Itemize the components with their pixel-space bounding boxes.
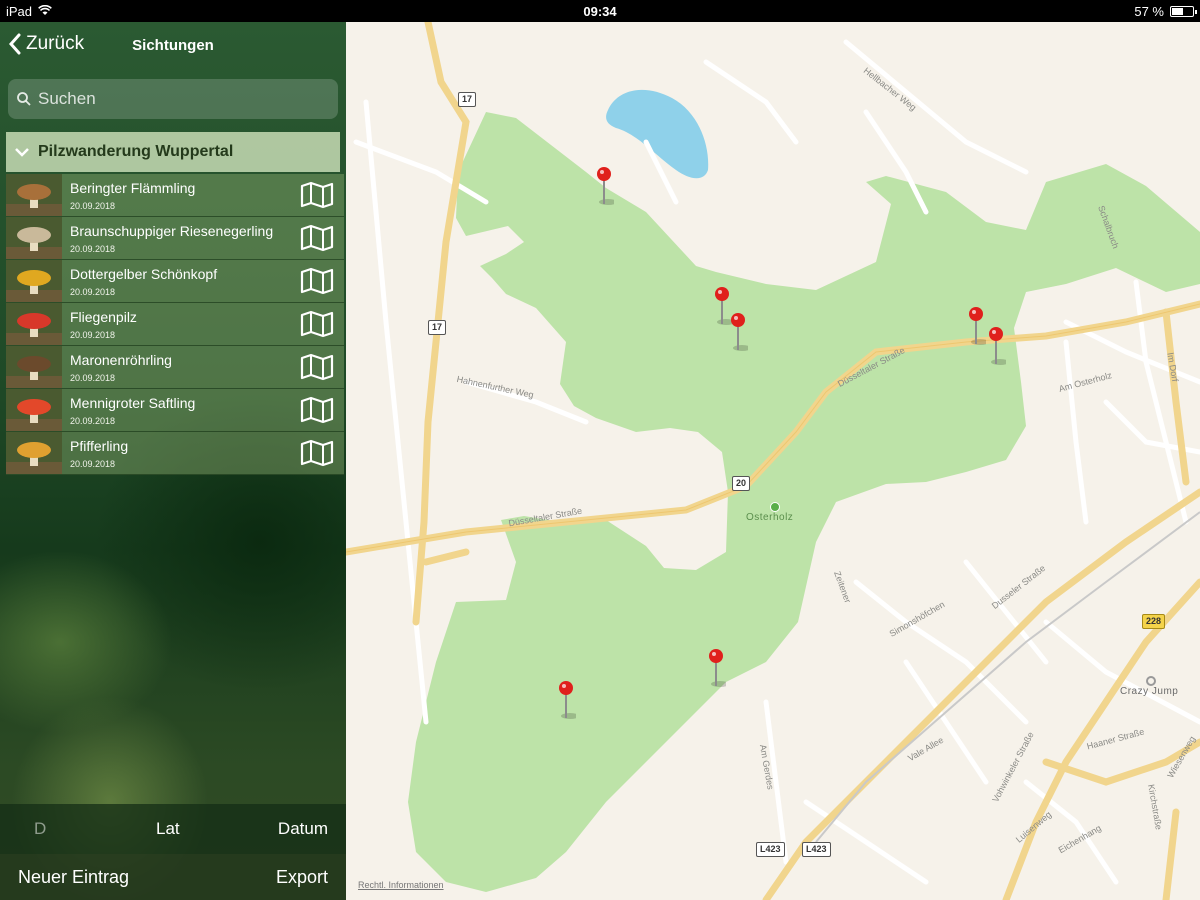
map-pin[interactable] [706, 648, 729, 688]
sort-lat-button[interactable]: Lat [156, 819, 180, 839]
mushroom-thumbnail [6, 174, 62, 216]
map-icon[interactable] [300, 224, 334, 252]
sighting-date: 20.09.2018 [70, 416, 116, 426]
route-badge: L423 [802, 842, 831, 857]
map-view[interactable]: Düsseltaler Straße Düsseltaler Straße Ha… [346, 22, 1200, 900]
route-badge: 20 [732, 476, 751, 491]
map-icon[interactable] [300, 267, 334, 295]
status-time: 09:34 [583, 4, 617, 19]
route-badge: 17 [458, 92, 477, 107]
sightings-list: Beringter Flämmling 20.09.2018 Braunschu… [6, 174, 344, 475]
list-item[interactable]: Fliegenpilz 20.09.2018 [6, 303, 344, 346]
search-placeholder: Suchen [38, 89, 96, 108]
sighting-name: Mennigroter Saftling [70, 395, 196, 411]
group-title: Pilzwanderung Wuppertal [38, 143, 234, 160]
sighting-name: Dottergelber Schönkopf [70, 266, 218, 282]
search-input[interactable]: Suchen [8, 79, 338, 119]
mushroom-thumbnail [6, 346, 62, 388]
status-bar: iPad 09:34 57 % [0, 0, 1200, 22]
sort-date-button[interactable]: Datum [278, 819, 328, 839]
sidebar: Zurück Sichtungen Suchen Pilzwanderung W… [0, 22, 346, 900]
sighting-date: 20.09.2018 [70, 287, 116, 297]
sighting-date: 20.09.2018 [70, 459, 116, 469]
battery-percent: 57 % [1134, 4, 1164, 19]
map-icon[interactable] [300, 396, 334, 424]
map-pin[interactable] [728, 312, 751, 352]
list-item[interactable]: Braunschuppiger Riesenegerling 20.09.201… [6, 217, 344, 260]
route-badge: 228 [1142, 614, 1166, 629]
leaf-icon [770, 502, 780, 512]
list-item[interactable]: Mennigroter Saftling 20.09.2018 [6, 389, 344, 432]
mushroom-thumbnail [6, 389, 62, 431]
map-icon[interactable] [300, 310, 334, 338]
map-icon[interactable] [300, 439, 334, 467]
poi-osterholz[interactable]: Osterholz [746, 502, 793, 523]
map-pin[interactable] [966, 306, 989, 346]
poi-label: Crazy Jump [1120, 686, 1179, 697]
map-pin[interactable] [594, 166, 617, 206]
chevron-down-icon [15, 148, 29, 157]
sighting-date: 20.09.2018 [70, 330, 116, 340]
map-pin[interactable] [556, 680, 579, 720]
mushroom-thumbnail [6, 432, 62, 474]
route-badge: L423 [756, 842, 785, 857]
mushroom-thumbnail [6, 217, 62, 259]
navigation-bar: Zurück Sichtungen [0, 22, 346, 68]
list-item[interactable]: Pfifferling 20.09.2018 [6, 432, 344, 475]
mushroom-thumbnail [6, 303, 62, 345]
action-bar: Neuer Eintrag Export [0, 854, 346, 900]
location-icon [1146, 676, 1156, 686]
sighting-name: Maronenröhrling [70, 352, 172, 368]
sort-d-button[interactable]: D [34, 819, 46, 839]
list-item[interactable]: Beringter Flämmling 20.09.2018 [6, 174, 344, 217]
sighting-name: Pfifferling [70, 438, 129, 454]
map-canvas [346, 22, 1200, 900]
page-title: Sichtungen [132, 37, 214, 54]
route-badge: 17 [428, 320, 447, 335]
map-icon[interactable] [300, 353, 334, 381]
sighting-date: 20.09.2018 [70, 373, 116, 383]
map-pin[interactable] [986, 326, 1009, 366]
sighting-name: Braunschuppiger Riesenegerling [70, 223, 274, 239]
legal-link[interactable]: Rechtl. Informationen [358, 880, 444, 890]
poi-crazy-jump[interactable]: Crazy Jump [1120, 676, 1178, 697]
poi-label: Osterholz [746, 512, 794, 523]
group-header[interactable]: Pilzwanderung Wuppertal [6, 132, 340, 172]
sighting-name: Fliegenpilz [70, 309, 137, 325]
mushroom-thumbnail [6, 260, 62, 302]
sighting-name: Beringter Flämmling [70, 180, 196, 196]
new-entry-button[interactable]: Neuer Eintrag [18, 867, 129, 888]
sighting-date: 20.09.2018 [70, 244, 116, 254]
export-button[interactable]: Export [276, 867, 328, 888]
map-icon[interactable] [300, 181, 334, 209]
list-item[interactable]: Dottergelber Schönkopf 20.09.2018 [6, 260, 344, 303]
list-item[interactable]: Maronenröhrling 20.09.2018 [6, 346, 344, 389]
battery-icon [1170, 6, 1197, 17]
sort-bar: D Lat Datum [0, 804, 346, 854]
sighting-date: 20.09.2018 [70, 201, 116, 211]
search-icon [17, 92, 31, 106]
